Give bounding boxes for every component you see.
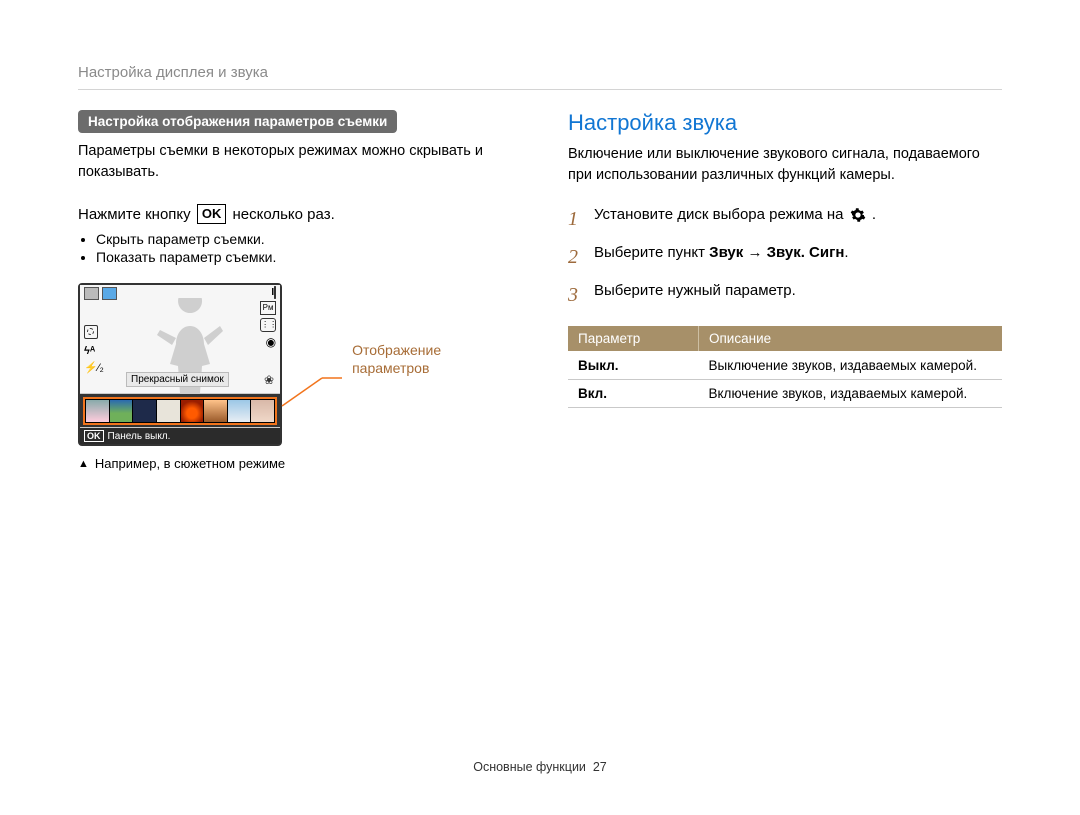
flash-icon: ϟᴬ	[84, 345, 95, 357]
top-left-icons	[84, 287, 117, 300]
camera-screen-footer: OK Панель выкл.	[80, 428, 280, 444]
step-1: 1 Установите диск выбора режима на .	[568, 204, 1002, 234]
cell-param: Вкл.	[568, 380, 699, 408]
step-1-suffix: .	[872, 206, 876, 223]
example-caption: ▲ Например, в сюжетном режиме	[78, 456, 512, 471]
step-number: 3	[568, 280, 582, 310]
thumbnail-strip	[80, 393, 280, 428]
intro-text-right: Включение или выключение звукового сигна…	[568, 144, 1002, 186]
left-column: Настройка отображения параметров съемки …	[78, 110, 512, 471]
bullets-list: Скрыть параметр съемки. Показать парамет…	[78, 231, 512, 265]
step-2-bold2: Звук. Сигн	[767, 244, 845, 261]
size-icon: Pм	[260, 301, 276, 315]
th-param: Параметр	[568, 326, 699, 352]
step-1-prefix: Установите диск выбора режима на	[594, 206, 848, 223]
table-row: Вкл. Включение звуков, издаваемых камеро…	[568, 380, 1002, 408]
macro-icon: ❀	[264, 373, 274, 387]
cell-desc: Выключение звуков, издаваемых камерой.	[699, 352, 1003, 380]
thumb-sunset	[181, 400, 204, 422]
step-3: 3 Выберите нужный параметр.	[568, 280, 1002, 310]
step-2: 2 Выберите пункт Звук → Звук. Сигн.	[568, 242, 1002, 272]
callout-label: Отображение параметров	[352, 342, 512, 377]
section-pill: Настройка отображения параметров съемки	[78, 110, 397, 133]
step-2-suffix: .	[844, 244, 848, 261]
thumb-dawn	[204, 400, 227, 422]
intro-text: Параметры съемки в некоторых режимах мож…	[78, 141, 512, 183]
step-2-prefix: Выберите пункт	[594, 244, 709, 261]
step-2-bold1: Звук	[709, 244, 743, 261]
section-heading: Настройка звука	[568, 110, 1002, 136]
gear-icon	[850, 207, 866, 223]
callout-connector	[282, 358, 342, 418]
arrow-icon: →	[743, 244, 766, 261]
table-row: Выкл. Выключение звуков, издаваемых каме…	[568, 352, 1002, 380]
breadcrumb: Настройка дисплея и звука	[78, 64, 1002, 90]
instruction-line: Нажмите кнопку OK несколько раз.	[78, 205, 512, 225]
step-text: Выберите нужный параметр.	[594, 280, 796, 310]
step-text: Установите диск выбора режима на .	[594, 204, 876, 234]
thumb-night	[133, 400, 156, 422]
right-column: Настройка звука Включение или выключение…	[568, 110, 1002, 471]
cell-param: Выкл.	[568, 352, 699, 380]
thumb-text	[157, 400, 180, 422]
mode-icon	[84, 287, 99, 300]
page-footer: Основные функции 27	[0, 760, 1080, 774]
thumb-portrait	[86, 400, 109, 422]
caption-text: Например, в сюжетном режиме	[95, 456, 285, 471]
ok-key-icon: OK	[197, 204, 227, 224]
step-number: 1	[568, 204, 582, 234]
camera-screen-mock: I Pм ⋮⋮ ◉ ϟᴬ ⚡⁄₂ Прекрасный снимок ❀	[78, 283, 282, 446]
metering-icon: ◉	[266, 335, 276, 349]
th-desc: Описание	[699, 326, 1003, 352]
list-item: Скрыть параметр съемки.	[96, 231, 512, 247]
triangle-up-icon: ▲	[78, 458, 89, 470]
options-table: Параметр Описание Выкл. Выключение звуко…	[568, 326, 1002, 408]
footer-section: Основные функции	[473, 760, 586, 774]
thumb-beauty	[251, 400, 274, 422]
panel-off-label: Панель выкл.	[108, 431, 171, 442]
ev-icon: ⚡⁄₂	[84, 361, 104, 374]
quality-icon: ⋮⋮	[260, 318, 276, 332]
thumb-landscape	[110, 400, 133, 422]
face-detect-icon	[84, 325, 98, 339]
list-item: Показать параметр съемки.	[96, 249, 512, 265]
top-right-icons: I Pм ⋮⋮ ◉	[260, 287, 276, 349]
thumb-backlight	[228, 400, 251, 422]
instruction-before: Нажмите кнопку	[78, 206, 191, 223]
instruction-after: несколько раз.	[233, 206, 335, 223]
card-icon	[102, 287, 117, 300]
battery-icon	[274, 286, 276, 299]
cell-desc: Включение звуков, издаваемых камерой.	[699, 380, 1003, 408]
tooltip-label: Прекрасный снимок	[126, 372, 229, 387]
step-number: 2	[568, 242, 582, 272]
ok-mini-icon: OK	[84, 430, 104, 442]
steps-list: 1 Установите диск выбора режима на . 2 В…	[568, 204, 1002, 310]
footer-page: 27	[593, 760, 607, 774]
step-text: Выберите пункт Звук → Звук. Сигн.	[594, 242, 849, 272]
